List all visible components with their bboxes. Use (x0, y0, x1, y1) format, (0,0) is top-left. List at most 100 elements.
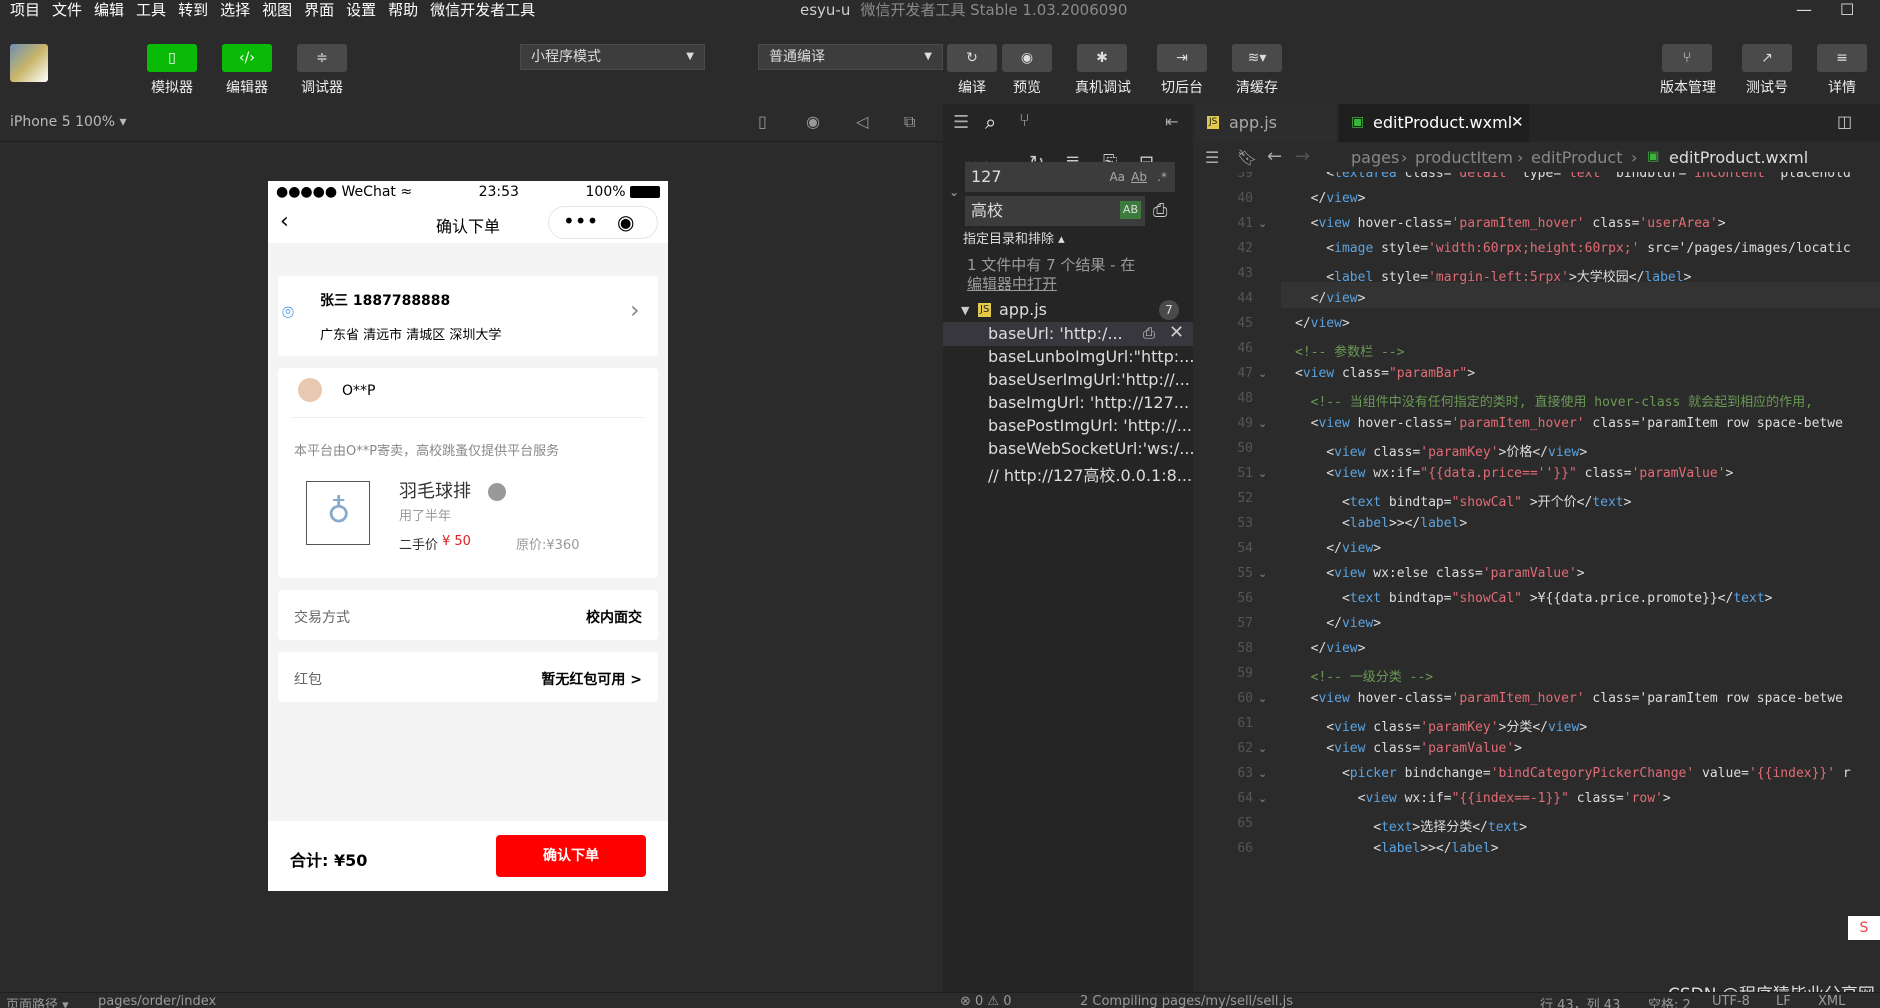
coupon-row[interactable]: 红包 暂无红包可用 > (278, 652, 658, 702)
breadcrumb-item[interactable]: editProduct.wxml (1669, 148, 1808, 167)
chevron-down-icon[interactable]: ⌄ (949, 185, 959, 199)
minimize-icon[interactable]: — (1796, 0, 1812, 19)
compile-label: 编译 (958, 80, 986, 96)
preserve-case-icon[interactable]: AB (1119, 201, 1141, 219)
close-icon[interactable]: ✕ (1511, 113, 1524, 131)
tab-app-js[interactable]: JS app.js (1195, 104, 1337, 142)
collapse-sidebar-icon[interactable]: ⇤ (1165, 112, 1178, 131)
fold-chevron-icon[interactable]: ⌄ (1258, 217, 1267, 230)
submit-order-button[interactable]: 确认下单 (496, 835, 646, 877)
search-result[interactable]: baseImgUrl: 'http://127... (988, 393, 1193, 412)
search-result[interactable]: basePostImgUrl: 'http://... (988, 416, 1193, 435)
back-arrow-icon[interactable]: ← (1267, 146, 1282, 167)
search-icon[interactable]: ⌕ (985, 110, 996, 134)
maximize-icon[interactable]: ☐ (1840, 0, 1854, 19)
fold-chevron-icon[interactable]: ⌄ (1258, 567, 1267, 580)
search-input[interactable]: 127 Aa Ab .* (965, 162, 1175, 192)
external-icon: ↗ (1742, 44, 1792, 72)
breadcrumb-item[interactable]: pages (1351, 148, 1399, 167)
menu-tools[interactable]: 工具 (136, 0, 166, 20)
explorer-icon[interactable]: ☰ (953, 112, 969, 133)
replace-query: 高校 (971, 201, 1004, 220)
search-result[interactable]: baseUserImgUrl:'http://... (988, 370, 1193, 389)
split-editor-icon[interactable]: ◫ (1837, 112, 1852, 131)
search-result[interactable]: baseWebSocketUrl:'ws:/... (988, 439, 1193, 458)
search-result[interactable]: baseLunboImgUrl:"http:... (988, 347, 1193, 366)
git-icon[interactable]: ⑂ (1019, 110, 1030, 131)
ime-badge-icon: S (1848, 916, 1880, 940)
menu-devtools[interactable]: 微信开发者工具 (430, 0, 535, 20)
replace-input[interactable]: 高校 AB (965, 196, 1145, 226)
indentation[interactable]: 空格: 2 (1648, 994, 1691, 1008)
fold-chevron-icon[interactable]: ⌄ (1258, 742, 1267, 755)
fold-chevron-icon[interactable]: ⌄ (1258, 417, 1267, 430)
menu-goto[interactable]: 转到 (178, 0, 208, 20)
forward-arrow-icon[interactable]: → (1295, 146, 1310, 167)
list-icon[interactable]: ☰ (1205, 148, 1219, 167)
result-file-name[interactable]: app.js (999, 300, 1047, 319)
device-select[interactable]: iPhone 5 100% ▾ (10, 114, 127, 130)
tab-edit-product-wxml[interactable]: ▣ editProduct.wxml ✕ (1339, 104, 1529, 142)
fold-chevron-icon[interactable]: ⌄ (1258, 367, 1267, 380)
menu-view[interactable]: 视图 (262, 0, 292, 20)
whole-word-icon[interactable]: Ab (1131, 162, 1147, 192)
more-icon[interactable]: ••• (563, 209, 598, 233)
address-card[interactable]: ⌾ 张三 1887788888 广东省 清远市 清城区 深圳大学 › (278, 276, 658, 356)
menu-select[interactable]: 选择 (220, 0, 250, 20)
search-result[interactable]: baseUrl: 'http:/... (988, 324, 1128, 343)
bookmark-icon[interactable]: 🔖︎ (1237, 148, 1257, 167)
compile-mode-select[interactable]: 普通编译 ▼ (758, 44, 943, 70)
match-case-icon[interactable]: Aa (1109, 162, 1125, 192)
code-editor[interactable]: 39 <textarea class='detail' type='text' … (1195, 172, 1880, 992)
menu-settings[interactable]: 设置 (346, 0, 376, 20)
menu-file[interactable]: 文件 (52, 0, 82, 20)
volume-icon[interactable]: ◁ (856, 112, 868, 131)
test-id-button[interactable]: ↗ 测试号 (1740, 44, 1794, 97)
mode-select[interactable]: 小程序模式 ▼ (520, 44, 705, 70)
fold-chevron-icon[interactable]: ⌄ (1258, 467, 1267, 480)
line-number: 40 (1237, 191, 1253, 206)
fold-chevron-icon[interactable]: ⌄ (1258, 692, 1267, 705)
encoding[interactable]: UTF-8 (1712, 994, 1750, 1008)
simulator-button[interactable]: ▯ 模拟器 (145, 44, 199, 97)
menu-help[interactable]: 帮助 (388, 0, 418, 20)
language-mode[interactable]: XML (1818, 994, 1845, 1008)
compile-button[interactable]: ↻ 编译 (945, 44, 999, 97)
page-path-label[interactable]: 页面路径 ▾ (6, 994, 69, 1008)
cursor-position[interactable]: 行 43，列 43 (1540, 994, 1620, 1008)
fold-chevron-icon[interactable]: ⌄ (1258, 767, 1267, 780)
remote-debug-button[interactable]: ✱ 真机调试 (1075, 44, 1131, 97)
breadcrumb-item[interactable]: editProduct (1531, 148, 1622, 167)
preview-button[interactable]: ◉ 预览 (1000, 44, 1054, 97)
replace-icon[interactable]: ⎙ (1143, 324, 1155, 342)
avatar[interactable] (10, 44, 48, 82)
clear-cache-button[interactable]: ≋▾ 清缓存 (1230, 44, 1284, 97)
search-result[interactable]: // http://127高校.0.0.1:8... (988, 462, 1193, 486)
include-exclude-toggle[interactable]: 指定目录和排除 ▴ (963, 228, 1065, 247)
menu-edit[interactable]: 编辑 (94, 0, 124, 20)
background-button[interactable]: ⇥ 切后台 (1155, 44, 1209, 97)
editor-button[interactable]: ‹/› 编辑器 (220, 44, 274, 97)
open-in-editor-link[interactable]: 编辑器中打开 (967, 273, 1057, 294)
breadcrumb-item[interactable]: productItem (1415, 148, 1513, 167)
original-price: 原价:¥360 (516, 538, 580, 553)
regex-icon[interactable]: .* (1157, 162, 1167, 192)
close-icon[interactable]: ✕ (1169, 322, 1184, 343)
version-button[interactable]: ⑂ 版本管理 (1660, 44, 1716, 97)
record-icon[interactable]: ◉ (806, 112, 820, 131)
line-ending[interactable]: LF (1776, 994, 1791, 1008)
close-target-icon[interactable]: ◉ (617, 210, 634, 234)
chevron-down-icon[interactable]: ▼ (961, 304, 969, 317)
page-path[interactable]: pages/order/index (98, 994, 216, 1008)
details-button[interactable]: ≡ 详情 (1815, 44, 1869, 97)
fold-chevron-icon[interactable]: ⌄ (1258, 792, 1267, 805)
problems-count[interactable]: ⊗ 0 ⚠ 0 (960, 994, 1012, 1008)
trade-method-row[interactable]: 交易方式 校内面交 (278, 590, 658, 640)
menu-project[interactable]: 项目 (10, 0, 40, 20)
phone-icon[interactable]: ▯ (758, 112, 767, 131)
menu-icon: ≡ (1817, 44, 1867, 72)
menu-interface[interactable]: 界面 (304, 0, 334, 20)
replace-all-icon[interactable]: ⎙ (1153, 200, 1167, 221)
debugger-button[interactable]: ≑ 调试器 (295, 44, 349, 97)
window-icon[interactable]: ⧉ (904, 112, 915, 132)
